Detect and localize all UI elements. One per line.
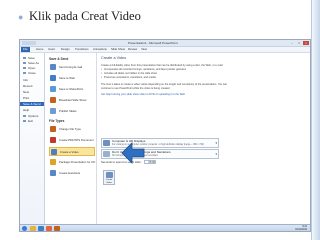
pdf-icon <box>50 137 56 143</box>
option-label: Broadcast Slide Show <box>59 98 87 102</box>
handouts-icon <box>50 170 56 176</box>
slide-edge-line <box>311 0 312 240</box>
arrow-pointer-icon <box>121 142 145 164</box>
powerpoint-window: Presentation1 - Microsoft PowerPoint – □… <box>19 39 311 232</box>
tab-file[interactable]: File <box>21 47 30 52</box>
pane-title: Create a Video <box>101 56 127 60</box>
quick-access-toolbar[interactable] <box>22 41 36 45</box>
maximize-button[interactable]: □ <box>296 41 302 45</box>
file-type-icon <box>50 126 56 132</box>
nav-print[interactable]: Print <box>23 96 29 100</box>
backstage-nav: Save Save As Open Close Info Recent New … <box>20 53 45 231</box>
option-package-cd[interactable]: Package Presentation for CD <box>49 158 95 167</box>
globe-icon <box>50 75 56 81</box>
bullet-icon: ● <box>18 12 24 22</box>
option-label: Create Handouts <box>59 171 81 175</box>
window-title: Presentation1 - Microsoft PowerPoint <box>128 41 178 45</box>
tab-design[interactable]: Design <box>61 47 70 52</box>
option-label: Save to Web <box>59 76 75 80</box>
nav-recent[interactable]: Recent <box>23 84 33 88</box>
timings-dropdown[interactable]: Don't Use Recorded Timings and Narration… <box>101 149 219 159</box>
option-label: Package Presentation for CD <box>59 160 96 164</box>
broadcast-icon <box>50 97 56 103</box>
pane-description: Create a full-fidelity video from this p… <box>101 64 224 67</box>
publish-icon <box>50 108 56 114</box>
nav-save-send[interactable]: Save & Send <box>20 102 44 106</box>
nav-exit[interactable]: Exit <box>23 119 33 123</box>
timings-icon <box>103 151 110 157</box>
slide-title: Klik pada Creat Video <box>29 9 141 23</box>
section-file-types: File Types <box>49 119 65 123</box>
option-label: Create PDF/XPS Document <box>59 138 94 142</box>
nav-new[interactable]: New <box>23 90 29 94</box>
taskbar-explorer-icon[interactable] <box>30 226 36 231</box>
tab-home[interactable]: Home <box>36 47 43 52</box>
nav-open[interactable]: Open <box>23 66 35 70</box>
help-link[interactable]: Get help burning your slide show video t… <box>101 93 185 96</box>
tab-transitions[interactable]: Transitions <box>75 47 89 52</box>
taskbar-clock: 9:41 10/11/2012 <box>295 225 307 231</box>
create-video-button[interactable]: Create Video <box>103 170 115 185</box>
nav-save-as[interactable]: Save As <box>23 61 39 65</box>
pane-bullet: Preserves animations, transitions, and m… <box>101 76 156 79</box>
option-send-email[interactable]: Send Using E-mail <box>49 63 95 72</box>
start-button[interactable] <box>22 226 27 231</box>
pane-bullet: Includes all slides not hidden in the sl… <box>101 72 157 75</box>
option-label: Publish Slides <box>59 109 77 113</box>
nav-info[interactable]: Info <box>23 78 28 82</box>
option-create-video[interactable]: Create a Video <box>49 147 95 156</box>
video-icon <box>106 172 113 178</box>
option-label: Change File Type <box>59 127 81 131</box>
option-label: Send Using E-mail <box>59 65 83 69</box>
option-save-web[interactable]: Save to Web <box>49 74 95 83</box>
tab-slide-show[interactable]: Slide Show <box>111 47 125 52</box>
pane-note: The time it takes to create a video vari… <box>101 83 228 86</box>
sharepoint-icon <box>50 86 56 92</box>
tab-review[interactable]: Review <box>128 47 137 52</box>
taskbar-browser-icon[interactable] <box>46 226 52 231</box>
option-label: Create a Video <box>60 150 79 154</box>
pane-bullet: Incorporates all recorded timings, narra… <box>101 68 186 71</box>
nav-help[interactable]: Help <box>23 108 29 112</box>
option-create-handouts[interactable]: Create Handouts <box>49 169 95 178</box>
video-quality-dropdown[interactable]: Computer & HD Displays For viewing on a … <box>101 138 219 148</box>
option-broadcast[interactable]: Broadcast Slide Show <box>49 96 95 105</box>
pane-note: continue to use PowerPoint while the vid… <box>101 87 171 90</box>
option-save-sharepoint[interactable]: Save to SharePoint <box>49 85 95 94</box>
taskbar-media-icon[interactable] <box>38 226 44 231</box>
minimize-button[interactable]: – <box>289 41 295 45</box>
section-save-send: Save & Send <box>49 57 69 61</box>
title-bar: Presentation1 - Microsoft PowerPoint – □… <box>20 40 310 47</box>
option-label: Save to SharePoint <box>59 87 84 91</box>
arrow-pointer-shape <box>121 142 145 164</box>
monitor-icon <box>103 140 110 146</box>
nav-close[interactable]: Close <box>23 71 36 75</box>
tab-insert[interactable]: Insert <box>48 47 55 52</box>
chevron-down-icon: ▾ <box>215 152 217 156</box>
save-send-options: Save & Send Send Using E-mail Save to We… <box>45 53 97 231</box>
tab-view[interactable]: View <box>141 47 147 52</box>
nav-save[interactable]: Save <box>23 56 35 60</box>
chevron-down-icon: ▾ <box>215 141 217 145</box>
create-video-button-label: Create Video <box>105 179 113 184</box>
video-icon <box>51 149 57 155</box>
tab-animations[interactable]: Animations <box>93 47 107 52</box>
clock-date: 10/11/2012 <box>295 228 307 232</box>
taskbar: 9:41 10/11/2012 <box>20 224 310 231</box>
nav-options[interactable]: Options <box>23 114 38 118</box>
email-icon <box>50 64 56 70</box>
taskbar-powerpoint-icon[interactable] <box>54 226 60 231</box>
option-publish-slides[interactable]: Publish Slides <box>49 107 95 116</box>
cd-icon <box>50 159 56 165</box>
option-create-pdf[interactable]: Create PDF/XPS Document <box>49 136 95 145</box>
column-divider <box>96 53 97 231</box>
close-button[interactable]: × <box>303 41 309 45</box>
option-change-file-type[interactable]: Change File Type <box>49 125 95 134</box>
